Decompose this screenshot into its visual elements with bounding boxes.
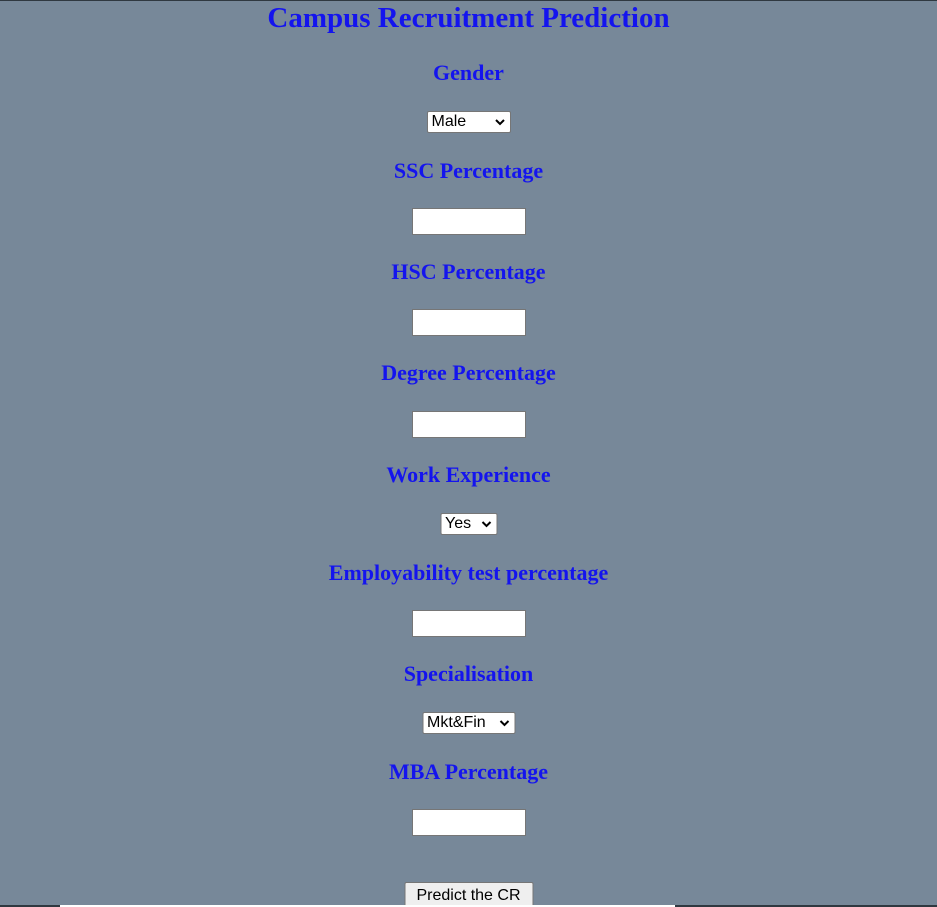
employability-test-label: Employability test percentage [328,560,609,585]
chevron-down-icon [494,116,506,128]
specialisation-select[interactable]: Mkt&Fin [422,712,515,734]
mba-percentage-label: MBA Percentage [388,759,549,784]
predict-button[interactable]: Predict the CR [404,882,533,907]
page-title: Campus Recruitment Prediction [267,2,670,34]
degree-percentage-input[interactable] [411,411,526,438]
gender-select[interactable]: Male [426,111,511,133]
work-experience-select[interactable]: Yes [440,513,497,535]
ssc-percentage-label: SSC Percentage [393,158,544,183]
mba-percentage-input[interactable] [411,809,526,836]
chevron-down-icon [480,518,492,530]
ssc-percentage-input[interactable] [411,208,526,235]
employability-test-input[interactable] [411,610,526,637]
specialisation-label: Specialisation [403,661,534,686]
work-experience-select-value: Yes [445,515,472,532]
chevron-down-icon [498,717,510,729]
degree-percentage-label: Degree Percentage [381,360,556,385]
hsc-percentage-input[interactable] [411,309,526,336]
work-experience-label: Work Experience [386,462,551,487]
specialisation-select-value: Mkt&Fin [427,714,486,731]
hsc-percentage-label: HSC Percentage [391,259,546,284]
gender-label: Gender [433,60,504,85]
gender-select-value: Male [431,113,467,130]
